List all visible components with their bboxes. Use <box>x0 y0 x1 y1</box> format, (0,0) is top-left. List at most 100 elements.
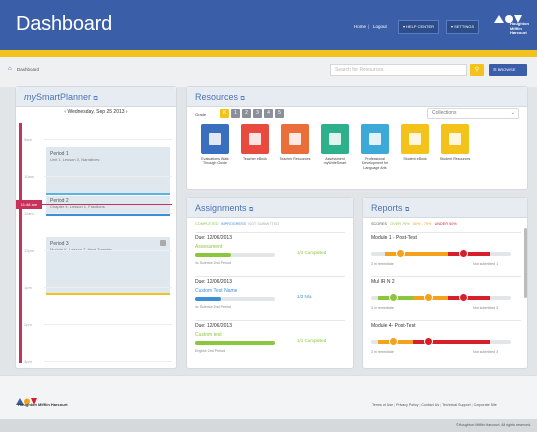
hour-gridline <box>44 176 172 177</box>
resource-icon <box>249 133 261 145</box>
resource-tile[interactable] <box>241 124 269 154</box>
external-link-icon[interactable]: ⧉ <box>405 207 409 213</box>
hour-gridline <box>44 361 172 362</box>
footer-link[interactable]: Privacy Policy <box>396 403 418 407</box>
score-marker[interactable] <box>424 293 434 302</box>
period-name: Period 2 <box>50 198 69 204</box>
resource-tile[interactable] <box>281 124 309 154</box>
resource-label[interactable]: Teacher eBook <box>236 157 274 161</box>
hour-gridline <box>44 250 172 251</box>
assignment-class: 4c Science 2nd Period <box>195 261 231 265</box>
current-time-badge: 11:48 am <box>16 200 42 209</box>
grade-button[interactable]: 3 <box>253 109 262 118</box>
collections-select[interactable]: Collections ⌄ <box>427 108 519 119</box>
resource-icon <box>289 133 301 145</box>
resource-label[interactable]: Evaluations Walk Through Guide <box>196 157 234 166</box>
header-bar: Dashboard Home | Logout ▾ HELP CENTER ▾ … <box>0 0 537 50</box>
filter-inprogress[interactable]: INPROGRESS <box>221 222 246 226</box>
filter-completed[interactable]: COMPLETED <box>195 222 219 226</box>
assignment-name[interactable]: Custom test <box>195 332 222 338</box>
assignment-name[interactable]: Assessment <box>195 244 222 250</box>
report-name[interactable]: Module 4- Post-Test <box>371 323 415 329</box>
assignments-title: Assignments <box>195 203 247 213</box>
footer-link[interactable]: Corporate Site <box>474 403 497 407</box>
page-title: Dashboard <box>16 13 113 35</box>
planner-date: Wednesday, Sep 25 2013 <box>67 109 125 115</box>
reports-title: Reports <box>371 203 403 213</box>
hour-gridline <box>44 324 172 325</box>
score-marker[interactable] <box>396 249 406 258</box>
progress-fill <box>195 341 275 345</box>
score-marker[interactable] <box>424 337 434 346</box>
external-link-icon[interactable]: ⧉ <box>249 207 253 213</box>
score-marker[interactable] <box>459 249 469 258</box>
footer-link[interactable]: Contact Us <box>421 403 439 407</box>
external-link-icon[interactable]: ⧉ <box>94 96 98 102</box>
external-link-icon[interactable]: ⧉ <box>241 96 245 102</box>
grade-button[interactable]: 4 <box>264 109 273 118</box>
settings-label: SETTINGS <box>454 24 475 29</box>
resource-tile[interactable] <box>201 124 229 154</box>
period-name: Period 3 <box>50 241 69 247</box>
help-center-label: HELP CENTER <box>406 24 435 29</box>
help-center-button[interactable]: ▾ HELP CENTER <box>398 20 440 34</box>
progress-fill <box>195 253 231 257</box>
time-label: 12pm <box>24 248 35 253</box>
search-input[interactable]: Search for Resources <box>330 64 467 76</box>
resource-label[interactable]: Assessment myWriteSmart <box>316 157 354 166</box>
footer-links: Terms of Use | Privacy Policy | Contact … <box>372 403 497 407</box>
chevron-down-icon: ⌄ <box>510 110 515 116</box>
time-label: 3pm <box>24 359 32 364</box>
resource-tile[interactable] <box>401 124 429 154</box>
search-icon: ⚲ <box>474 67 480 73</box>
resource-tile[interactable] <box>321 124 349 154</box>
filter-not-submitted[interactable]: NOT SUBMITTED <box>248 222 279 226</box>
current-time-line <box>22 204 172 205</box>
divider <box>371 276 521 277</box>
footer-link[interactable]: Terms of Use <box>372 403 393 407</box>
home-icon[interactable]: ⌂ <box>8 66 12 72</box>
footer-link[interactable]: Technical Support <box>442 403 471 407</box>
period-name: Period 1 <box>50 151 69 157</box>
breadcrumb[interactable]: Dashboard <box>17 67 39 72</box>
edit-icon[interactable] <box>160 240 166 246</box>
assignment-name[interactable]: Custom Test Name <box>195 288 237 294</box>
report-name[interactable]: Module 1 - Post-Test <box>371 235 417 241</box>
legend-under: UNDER 50% <box>434 222 457 226</box>
settings-button[interactable]: ▾ SETTINGS <box>446 20 480 34</box>
score-marker[interactable] <box>459 293 469 302</box>
logout-link[interactable]: Logout <box>373 24 387 29</box>
search-button[interactable]: ⚲ <box>470 64 484 76</box>
legend-over: OVER 79% <box>390 222 410 226</box>
report-name[interactable]: Mul IR N 2 <box>371 279 395 285</box>
progress-bar <box>195 341 275 345</box>
grade-button[interactable]: 5 <box>275 109 284 118</box>
assignments-panel: Assignments ⧉ COMPLETED INPROGRESS NOT S… <box>186 197 354 369</box>
resource-tile[interactable] <box>441 124 469 154</box>
resource-label[interactable]: Teacher Resources <box>276 157 314 161</box>
link-separator: | <box>368 24 370 29</box>
scrollbar[interactable] <box>524 228 527 298</box>
grade-button[interactable]: 1 <box>231 109 240 118</box>
planner-title: SmartPlanner <box>36 92 92 102</box>
assignment-class: English 2nd Period <box>195 349 226 353</box>
grade-button[interactable]: 2 <box>242 109 251 118</box>
remediate-count: 3 in remediate <box>371 350 394 354</box>
brand-name: Houghton Mifflin Harcourt <box>510 21 529 36</box>
score-marker[interactable] <box>389 293 399 302</box>
grade-button[interactable]: K <box>220 109 229 118</box>
resource-label[interactable]: Student eBook <box>396 157 434 161</box>
score-legend: SCORES OVER 79% 50% - 79% UNDER 50% <box>371 222 457 226</box>
resource-label[interactable]: Student Resources <box>436 157 474 161</box>
resource-label[interactable]: Professional Development for Language Ar… <box>356 157 394 170</box>
next-day-icon[interactable]: › <box>125 109 128 115</box>
resource-tile[interactable] <box>361 124 389 154</box>
browse-button[interactable]: ☰ BROWSE <box>489 64 527 76</box>
resource-icon <box>209 133 221 145</box>
score-segment <box>448 252 490 256</box>
assignment-class: 4c Science 2nd Period <box>195 305 231 309</box>
divider <box>195 276 345 277</box>
period-block[interactable]: Period 1 Unit 1, Lesson 3, Narratives <box>46 147 170 195</box>
score-marker[interactable] <box>389 337 399 346</box>
home-link[interactable]: Home <box>354 24 366 29</box>
